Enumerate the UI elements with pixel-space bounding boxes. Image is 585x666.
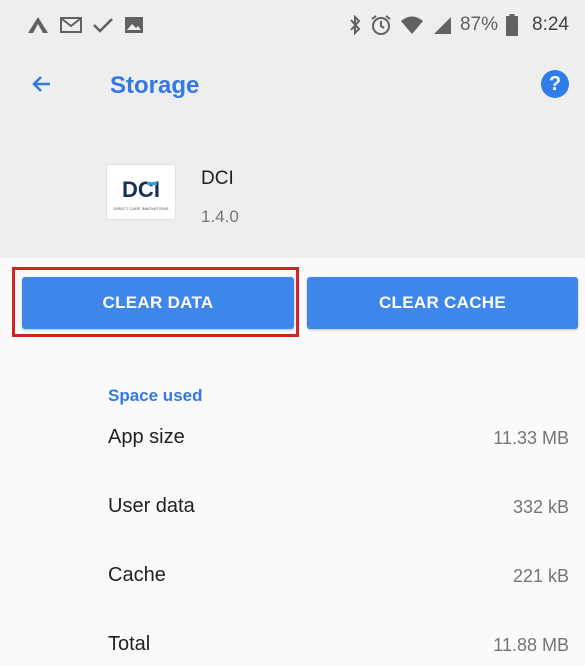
- app-logo: DCI DIRECT CARE INNOVATIONS: [106, 164, 176, 220]
- help-icon: ?: [548, 72, 562, 95]
- back-button[interactable]: [22, 66, 62, 106]
- storage-row-app-size: App size 11.33 MB: [0, 420, 585, 460]
- space-used-header: Space used: [108, 386, 203, 405]
- row-value: 221 kB: [512, 566, 569, 586]
- gmail-icon: [60, 16, 82, 34]
- row-label: App size: [108, 426, 185, 448]
- signal-icon: [432, 15, 452, 35]
- battery-percent: 87%: [459, 14, 499, 35]
- notification-a-icon: [26, 15, 50, 35]
- clock: 8:24: [532, 14, 569, 35]
- row-label: Total: [108, 633, 151, 655]
- row-label: User data: [108, 495, 195, 517]
- row-value: 11.33 MB: [493, 428, 569, 448]
- status-bar: 87% 8:24: [0, 0, 585, 50]
- app-logo-subtext: DIRECT CARE INNOVATIONS: [113, 206, 168, 211]
- clear-cache-button[interactable]: CLEAR CACHE: [307, 277, 578, 329]
- storage-screen: 87% 8:24 Storage ? DCI DIRECT CARE INNOV…: [0, 0, 585, 666]
- battery-icon: [506, 14, 519, 36]
- clear-data-button[interactable]: CLEAR DATA: [22, 277, 294, 329]
- check-icon: [92, 16, 114, 34]
- app-name: DCI: [201, 168, 234, 189]
- arrow-left-icon: [30, 72, 54, 101]
- page-title: Storage: [110, 72, 200, 99]
- app-info: DCI DIRECT CARE INNOVATIONS DCI 1.4.0: [0, 150, 585, 240]
- header-region: 87% 8:24 Storage ? DCI DIRECT CARE INNOV…: [0, 0, 585, 258]
- storage-row-cache: Cache 221 kB: [0, 558, 585, 598]
- app-version: 1.4.0: [201, 207, 239, 226]
- row-label: Cache: [108, 564, 166, 586]
- status-bar-notifications: [26, 13, 144, 37]
- status-bar-system: 87% 8:24: [348, 13, 569, 37]
- row-value: 11.88 MB: [493, 635, 569, 655]
- storage-row-total: Total 11.88 MB: [0, 627, 585, 666]
- toolbar: Storage ?: [0, 50, 585, 124]
- row-value: 332 kB: [512, 497, 569, 517]
- storage-row-user-data: User data 332 kB: [0, 489, 585, 529]
- app-logo-mark: DCI: [122, 177, 160, 202]
- help-button[interactable]: ?: [541, 70, 569, 98]
- wifi-icon: [400, 15, 424, 35]
- bluetooth-icon: [348, 15, 362, 35]
- alarm-icon: [370, 14, 392, 36]
- image-icon: [124, 16, 144, 34]
